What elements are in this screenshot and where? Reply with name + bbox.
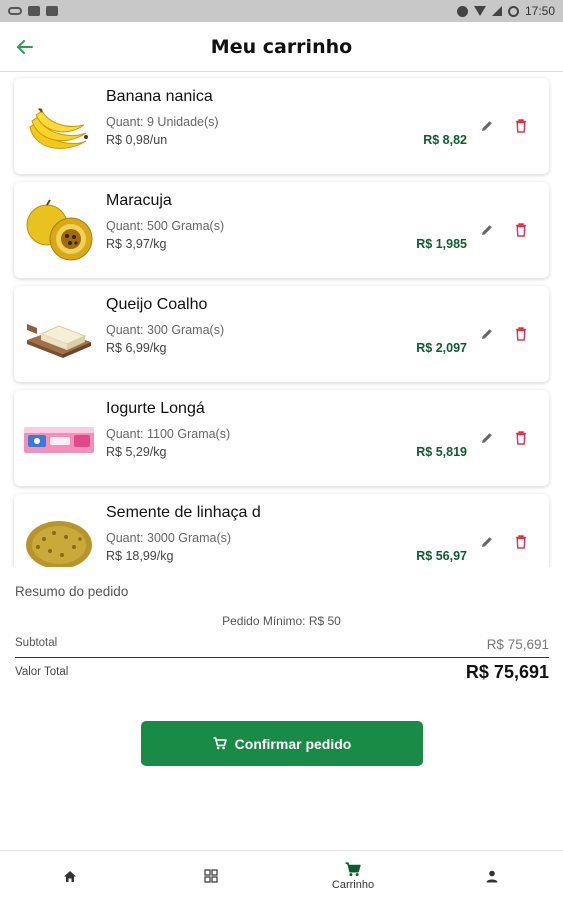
product-image-passion-fruit	[22, 196, 96, 266]
message-icon	[28, 6, 40, 16]
back-button[interactable]	[10, 32, 40, 62]
bottom-nav: Carrinho	[0, 850, 563, 900]
pencil-icon	[482, 121, 492, 131]
nav-categories[interactable]	[181, 851, 241, 900]
delete-button[interactable]	[511, 428, 531, 448]
product-quantity: Quant: 3000 Grama(s)	[106, 531, 232, 545]
battery-icon	[507, 5, 519, 17]
product-image-yogurt-pack	[22, 404, 96, 474]
wifi-icon	[473, 6, 486, 16]
delete-button[interactable]	[511, 324, 531, 344]
grid-icon	[204, 869, 218, 883]
cart-item[interactable]: Semente de linhaça d Quant: 3000 Grama(s…	[14, 494, 549, 567]
summary-title: Resumo do pedido	[15, 584, 129, 599]
voicemail-icon	[8, 7, 22, 15]
cart-item[interactable]: Iogurte Longá Quant: 1100 Grama(s) R$ 5,…	[14, 390, 549, 486]
trash-icon	[516, 431, 526, 445]
product-unit-price: R$ 5,29/kg	[106, 445, 167, 459]
delete-button[interactable]	[511, 116, 531, 136]
product-total: R$ 1,985	[416, 237, 467, 251]
cart-item[interactable]: Maracuja Quant: 500 Grama(s) R$ 3,97/kg …	[14, 182, 549, 278]
nav-cart-label: Carrinho	[331, 878, 375, 891]
nav-profile[interactable]	[462, 851, 522, 900]
cart-icon	[213, 737, 227, 750]
product-image-flaxseed	[22, 508, 96, 567]
edit-button[interactable]	[477, 116, 497, 136]
status-bar: 17:50	[0, 0, 563, 22]
edit-button[interactable]	[477, 428, 497, 448]
cart-item[interactable]: Banana nanica Quant: 9 Unidade(s) R$ 0,9…	[14, 78, 549, 174]
trash-icon	[516, 119, 526, 133]
product-total: R$ 56,97	[416, 549, 467, 563]
pencil-icon	[482, 433, 492, 443]
signal-icon	[491, 6, 502, 16]
total-value: R$ 75,691	[465, 662, 549, 682]
product-total: R$ 5,819	[416, 445, 467, 459]
edit-button[interactable]	[477, 220, 497, 240]
trash-icon	[516, 535, 526, 549]
subtotal-value: R$ 75,691	[486, 637, 549, 652]
edit-button[interactable]	[477, 324, 497, 344]
trash-icon	[516, 223, 526, 237]
nav-home[interactable]	[40, 851, 100, 900]
total-label: Valor Total	[15, 666, 69, 678]
product-unit-price: R$ 6,99/kg	[106, 341, 167, 355]
product-quantity: Quant: 500 Grama(s)	[106, 219, 225, 233]
product-total: R$ 2,097	[416, 341, 467, 355]
person-icon	[486, 870, 498, 882]
minimum-order: Pedido Mínimo: R$ 50	[222, 614, 341, 628]
cart-list[interactable]: Banana nanica Quant: 9 Unidade(s) R$ 0,9…	[0, 72, 563, 567]
confirm-order-label: Confirmar pedido	[234, 735, 352, 752]
product-name: Iogurte Longá	[106, 400, 205, 417]
product-unit-price: R$ 3,97/kg	[106, 237, 167, 251]
product-name: Banana nanica	[106, 88, 213, 105]
product-total: R$ 8,82	[423, 133, 467, 147]
home-icon	[64, 870, 76, 882]
arrow-left-icon	[17, 40, 33, 54]
trash-icon	[516, 327, 526, 341]
subtotal-label: Subtotal	[15, 637, 58, 649]
product-name: Semente de linhaça d	[106, 504, 261, 521]
image-icon	[46, 6, 58, 16]
pencil-icon	[482, 225, 492, 235]
page-title: Meu carrinho	[210, 35, 353, 58]
pencil-icon	[482, 537, 492, 547]
product-name: Maracuja	[106, 192, 172, 209]
product-quantity: Quant: 1100 Grama(s)	[106, 427, 231, 441]
delete-button[interactable]	[511, 532, 531, 552]
confirm-order-button[interactable]: Confirmar pedido	[141, 721, 423, 766]
status-time: 17:50	[524, 4, 555, 18]
cart-icon	[345, 861, 361, 876]
product-image-cheese	[22, 300, 96, 370]
do-not-disturb-icon	[456, 5, 468, 17]
product-unit-price: R$ 0,98/un	[106, 133, 168, 147]
product-name: Queijo Coalho	[106, 296, 208, 313]
delete-button[interactable]	[511, 220, 531, 240]
nav-cart[interactable]: Carrinho	[318, 851, 388, 900]
product-image-banana	[22, 92, 96, 162]
product-quantity: Quant: 9 Unidade(s)	[106, 115, 219, 129]
product-unit-price: R$ 18,99/kg	[106, 549, 174, 563]
pencil-icon	[482, 329, 492, 339]
edit-button[interactable]	[477, 532, 497, 552]
summary-divider	[15, 657, 549, 658]
app-bar: Meu carrinho	[0, 22, 563, 72]
product-quantity: Quant: 300 Grama(s)	[106, 323, 225, 337]
cart-item[interactable]: Queijo Coalho Quant: 300 Grama(s) R$ 6,9…	[14, 286, 549, 382]
